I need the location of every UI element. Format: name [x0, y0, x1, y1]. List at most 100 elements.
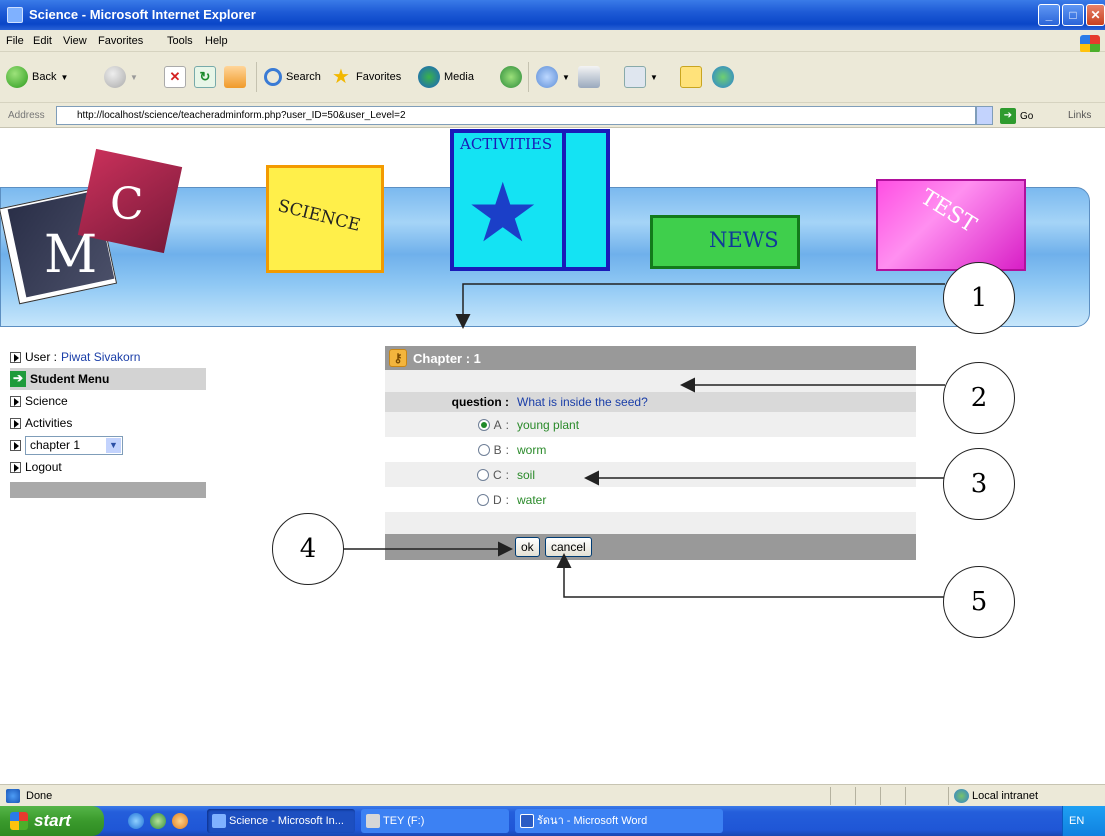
chevron-down-icon: ▼ — [60, 72, 69, 82]
taskbar: start Science - Microsoft In... TEY (F:)… — [0, 806, 1105, 836]
sidebar-item-logout[interactable]: Logout — [10, 456, 206, 478]
option-b-radio[interactable] — [477, 443, 490, 456]
key-icon: ⚷ — [389, 349, 407, 367]
bullet-arrow-icon — [10, 395, 21, 407]
window-title-bar[interactable]: Science - Microsoft Internet Explorer _ … — [0, 0, 1105, 30]
discuss-button[interactable] — [680, 65, 702, 89]
quiz-footer — [385, 534, 916, 560]
edit-icon — [624, 66, 646, 88]
callout-5: 5 — [943, 566, 1015, 638]
home-icon — [224, 66, 246, 88]
site-logo[interactable]: M C — [0, 148, 183, 309]
media-button[interactable]: Media — [418, 65, 474, 89]
forward-button[interactable]: ▼ — [104, 65, 138, 89]
favorites-label: Favorites — [356, 71, 402, 83]
nav-book-activities-label: ACTIVITIES — [460, 135, 553, 153]
menu-favorites[interactable]: Favorites — [98, 35, 143, 47]
windows-logo-icon — [10, 812, 28, 830]
nav-book-activities[interactable]: ACTIVITIES ★ — [450, 129, 610, 271]
media-label: Media — [444, 71, 474, 83]
option-row-a[interactable]: A: young plant — [385, 412, 916, 437]
address-dropdown-button[interactable] — [976, 106, 993, 125]
task-science-ie[interactable]: Science - Microsoft In... — [207, 809, 355, 833]
chevron-down-icon: ▼ — [106, 437, 121, 453]
cancel-button[interactable]: cancel — [545, 537, 592, 557]
back-arrow-icon — [6, 66, 28, 88]
callout-1: 1 — [943, 262, 1015, 334]
ie-icon — [212, 814, 226, 828]
print-icon — [578, 66, 600, 88]
nav-book-science[interactable]: SCIENCE — [266, 165, 384, 273]
sidebar-menu-title: ➔ Student Menu — [10, 368, 206, 390]
search-button[interactable]: Search — [264, 65, 321, 89]
option-d-radio[interactable] — [476, 493, 489, 506]
refresh-icon: ↻ — [194, 66, 216, 88]
stop-button[interactable]: ✕ — [164, 65, 186, 89]
option-c-radio[interactable] — [476, 468, 489, 481]
security-zone-label: Local intranet — [972, 790, 1039, 802]
print-button[interactable] — [578, 65, 600, 89]
menu-edit[interactable]: Edit — [33, 35, 52, 47]
question-text: What is inside the seed? — [517, 395, 648, 409]
task-label: Science - Microsoft In... — [229, 815, 344, 827]
menu-view[interactable]: View — [63, 35, 87, 47]
quicklaunch-media-icon[interactable] — [172, 813, 188, 829]
chapter-select[interactable]: chapter 1 ▼ — [25, 435, 123, 455]
sidebar-item-science[interactable]: Science — [10, 390, 206, 412]
task-drive-f[interactable]: TEY (F:) — [361, 809, 509, 833]
task-word[interactable]: รัดนา - Microsoft Word — [515, 809, 723, 833]
messenger-button[interactable] — [712, 65, 734, 89]
sidebar-item-label: Science — [25, 394, 68, 408]
edit-button[interactable]: ▼ — [624, 65, 658, 89]
links-button[interactable]: Links — [1068, 110, 1091, 121]
mail-icon — [536, 66, 558, 88]
quiz-header: ⚷ Chapter : 1 — [385, 346, 916, 370]
option-colon: : — [505, 417, 509, 432]
favorites-button[interactable]: ★ Favorites — [330, 65, 401, 89]
bullet-arrow-icon — [10, 351, 21, 363]
window-title: Science - Microsoft Internet Explorer — [29, 7, 256, 22]
chevron-down-icon: ▼ — [650, 72, 658, 82]
home-button[interactable] — [224, 65, 246, 89]
option-text: young plant — [517, 417, 580, 432]
quiz-panel: ⚷ Chapter : 1 question : What is inside … — [385, 346, 916, 560]
close-button[interactable]: ✕ — [1086, 4, 1105, 26]
mail-button[interactable]: ▼ — [536, 65, 570, 89]
address-input[interactable]: http://localhost/science/teacheradminfor… — [56, 106, 976, 125]
option-row-d[interactable]: D: water — [385, 487, 916, 512]
quicklaunch-ie-icon[interactable] — [128, 813, 144, 829]
quicklaunch-explorer-icon[interactable] — [150, 813, 166, 829]
option-row-b[interactable]: B: worm — [385, 437, 916, 462]
menu-help[interactable]: Help — [205, 35, 228, 47]
user-name: Piwat Sivakorn — [61, 350, 141, 364]
chevron-down-icon: ▼ — [130, 72, 138, 82]
back-button[interactable]: Back ▼ — [6, 65, 68, 89]
maximize-button[interactable]: □ — [1062, 4, 1084, 26]
nav-book-news-label: NEWS — [709, 228, 779, 252]
word-icon — [520, 814, 534, 828]
option-letter: B — [493, 442, 502, 457]
callout-4: 4 — [272, 513, 344, 585]
refresh-button[interactable]: ↻ — [194, 65, 216, 89]
language-indicator[interactable]: EN — [1069, 815, 1084, 827]
nav-book-test-label: TEST — [915, 184, 981, 239]
toolbar-separator — [256, 62, 257, 92]
sidebar-item-activities[interactable]: Activities — [10, 412, 206, 434]
sidebar-item-label: Activities — [25, 416, 73, 430]
menu-file[interactable]: File — [6, 35, 24, 47]
nav-book-news[interactable]: NEWS — [650, 215, 800, 269]
ok-button[interactable]: ok — [515, 537, 540, 557]
menu-tools[interactable]: Tools — [167, 35, 193, 47]
minimize-button[interactable]: _ — [1038, 4, 1060, 26]
bullet-arrow-icon — [10, 439, 21, 451]
go-button[interactable]: ➔ Go — [1000, 108, 1033, 124]
option-a-radio[interactable] — [477, 418, 490, 431]
search-icon — [264, 68, 282, 86]
option-row-c[interactable]: C: soil — [385, 462, 916, 487]
status-bar: Done Local intranet — [0, 784, 1105, 806]
windows-logo-icon — [1080, 35, 1100, 53]
option-letter: A — [493, 417, 502, 432]
nav-book-test[interactable]: TEST — [876, 179, 1026, 271]
start-button[interactable]: start — [0, 806, 104, 836]
history-button[interactable] — [500, 65, 522, 89]
